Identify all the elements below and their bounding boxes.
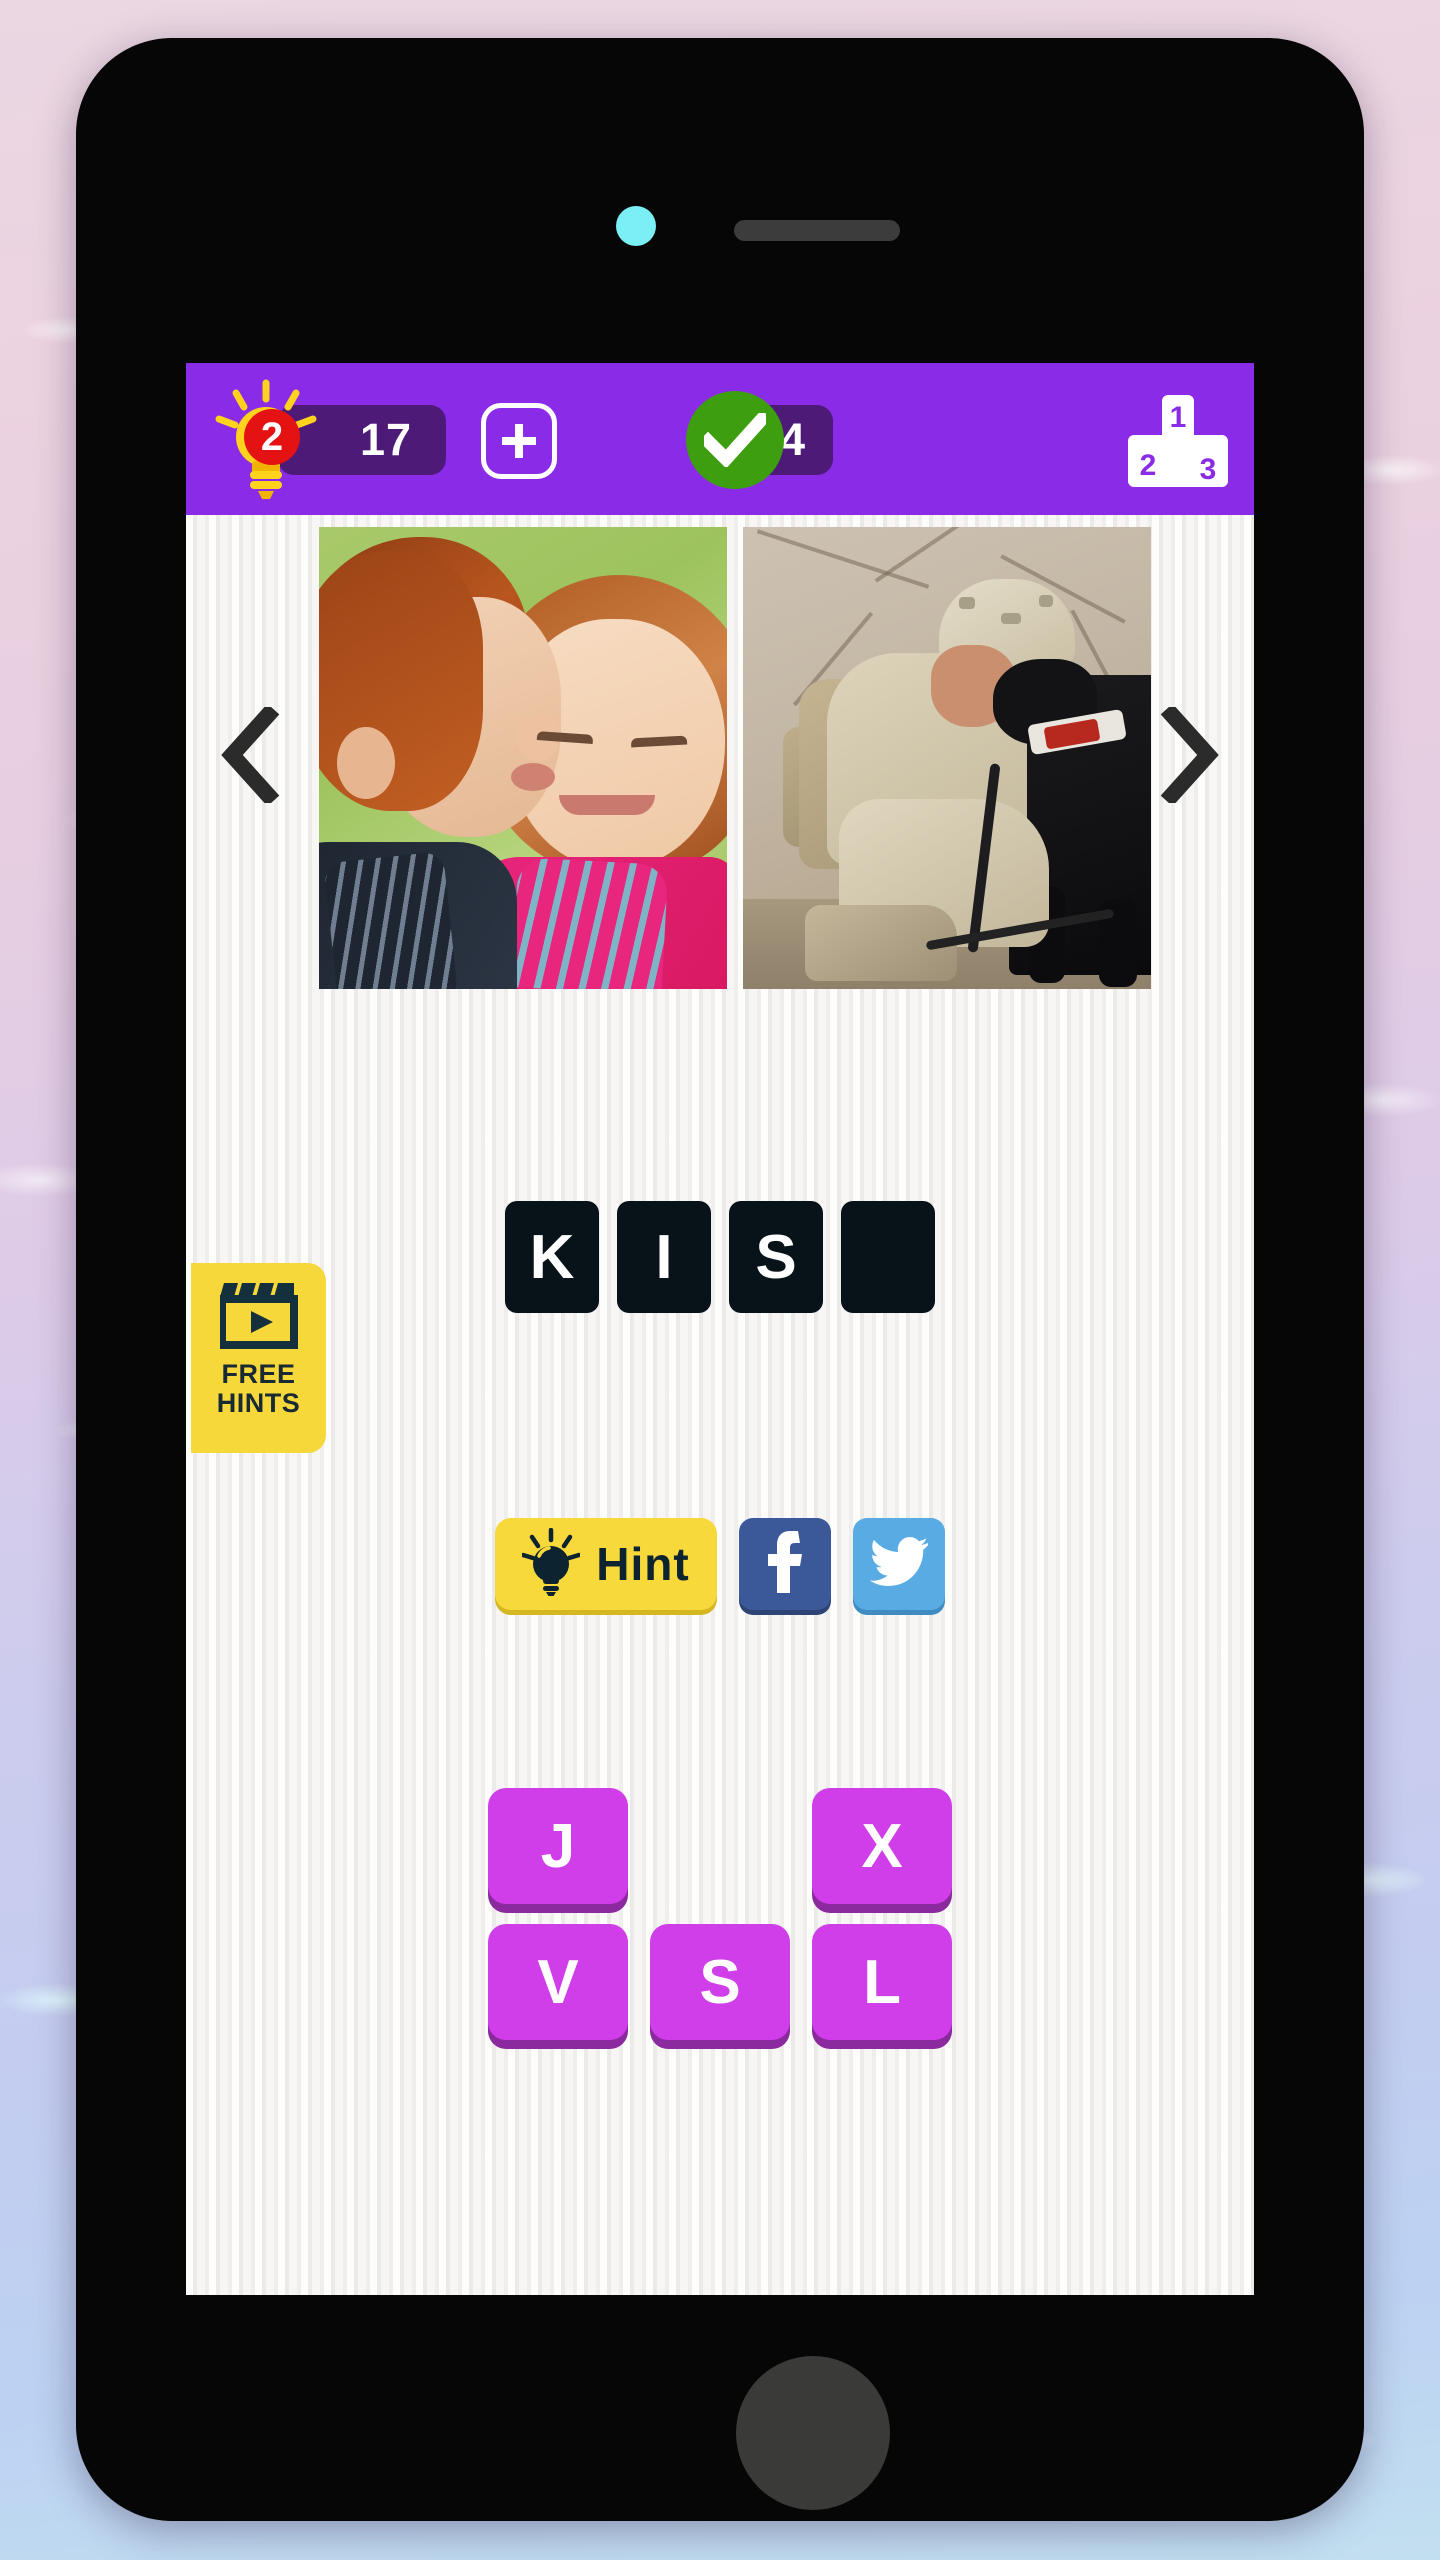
add-hints-button[interactable] (481, 403, 557, 479)
podium-second-label: 2 (1140, 449, 1157, 482)
home-button[interactable] (736, 2356, 890, 2510)
facebook-share-button[interactable] (739, 1518, 831, 1610)
puzzle-image-2[interactable] (743, 527, 1151, 989)
letter-key[interactable]: V (488, 1924, 628, 2040)
podium-first-label: 1 (1170, 401, 1187, 434)
front-camera-icon (616, 206, 656, 246)
earpiece-speaker (734, 220, 900, 241)
facebook-icon (765, 1529, 805, 1600)
answer-slot[interactable]: S (729, 1201, 823, 1313)
leaderboard-button[interactable]: 1 2 3 (1122, 385, 1234, 493)
hint-button-label: Hint (596, 1538, 690, 1590)
answer-slot[interactable] (841, 1201, 935, 1313)
puzzle-image-1[interactable] (319, 527, 727, 989)
check-circle-icon (686, 391, 784, 489)
hint-button[interactable]: Hint (495, 1518, 717, 1610)
letter-key-empty (650, 1788, 790, 1904)
phone-device: 17 2 4 1 2 3 FREE HINTS K I S Hint J X V… (76, 38, 1364, 2521)
chevron-right-icon[interactable] (1152, 703, 1222, 807)
lightbulb-icon (521, 1527, 582, 1601)
top-bar: 17 2 4 1 2 3 (186, 363, 1254, 515)
action-row: Hint (186, 1518, 1254, 1610)
twitter-share-button[interactable] (853, 1518, 945, 1610)
answer-slot[interactable]: I (617, 1201, 711, 1313)
app-screen: 17 2 4 1 2 3 FREE HINTS K I S Hint J X V… (186, 363, 1254, 2295)
letter-key[interactable]: X (812, 1788, 952, 1904)
free-hints-line2: HINTS (216, 1387, 301, 1418)
letter-keyboard: J X V S L (186, 1788, 1254, 2060)
free-hints-tab[interactable]: FREE HINTS (191, 1263, 326, 1453)
puzzle-image-row (186, 515, 1254, 1005)
letter-key[interactable]: L (812, 1924, 952, 2040)
free-hints-line1: FREE (221, 1359, 296, 1389)
answer-slots: K I S (186, 1201, 1254, 1313)
answer-slot[interactable]: K (505, 1201, 599, 1313)
letter-keyboard-row: V S L (186, 1924, 1254, 2040)
letter-key[interactable]: J (488, 1788, 628, 1904)
hints-badge: 2 (244, 409, 300, 465)
chevron-left-icon[interactable] (218, 703, 288, 807)
twitter-bird-icon (869, 1536, 930, 1592)
podium-third-label: 3 (1200, 453, 1217, 486)
lightbulb-icon[interactable]: 2 (214, 379, 318, 499)
letter-key[interactable]: S (650, 1924, 790, 2040)
letter-keyboard-row: J X (186, 1788, 1254, 1904)
video-clapper-play-icon (217, 1279, 298, 1354)
hints-count-label: 17 (360, 414, 413, 465)
